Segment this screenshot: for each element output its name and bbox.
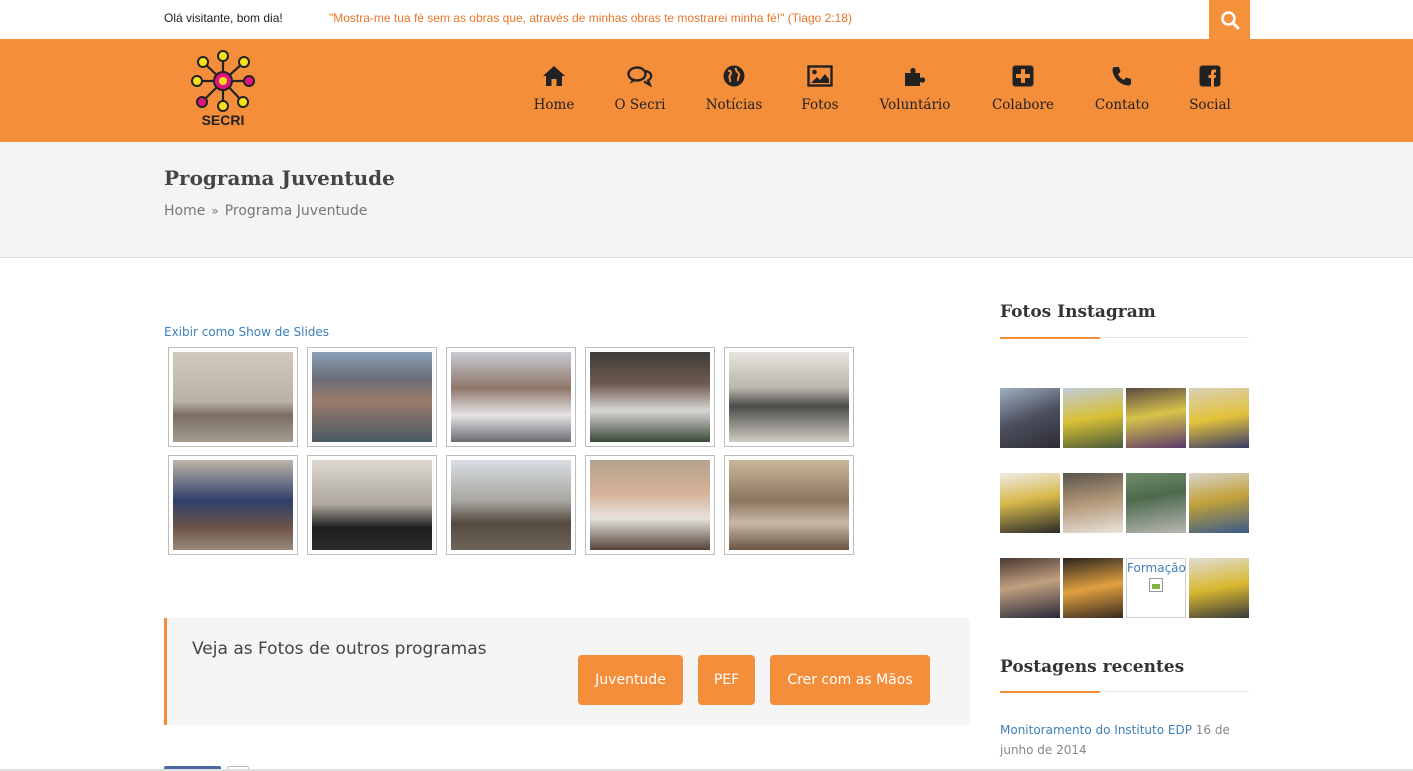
nav-label: Home (533, 97, 575, 113)
nav-home[interactable]: Home (515, 39, 593, 142)
photo-reading-group (590, 460, 710, 550)
nav-fotos[interactable]: Fotos (781, 39, 859, 142)
crer-com-as-maos-button[interactable]: Crer com as Mãos (770, 655, 930, 705)
nav-colabore[interactable]: Colabore (971, 39, 1075, 142)
nav-voluntario[interactable]: Voluntário (859, 39, 971, 142)
other-programs-text: Veja as Fotos de outros programas (192, 639, 487, 659)
photo-computer-room (729, 352, 849, 442)
bible-quote: "Mostra-me tua fé sem as obras que, atra… (329, 11, 852, 25)
breadcrumb: Home » Programa Juventude (164, 203, 367, 219)
logo-text: SECRI (201, 112, 245, 128)
gallery-thumb[interactable] (446, 347, 576, 447)
gallery-thumb[interactable] (585, 347, 715, 447)
page-title-band: Programa Juventude Home » Programa Juventu… (0, 142, 1413, 258)
instagram-photo[interactable] (1126, 388, 1186, 448)
nav-label: Notícias (705, 97, 763, 113)
secri-logo[interactable]: SECRI (190, 49, 256, 133)
instagram-photo[interactable] (1000, 558, 1060, 618)
instagram-photo[interactable] (1000, 388, 1060, 448)
page-title: Programa Juventude (164, 166, 395, 190)
nav-label: Contato (1094, 97, 1150, 113)
instagram-photo[interactable] (1000, 473, 1060, 533)
gallery-thumb[interactable] (446, 455, 576, 555)
instagram-photo[interactable] (1063, 473, 1123, 533)
instagram-widget-title: Fotos Instagram (1000, 302, 1156, 322)
gallery-thumb[interactable] (168, 455, 298, 555)
recent-post-link[interactable]: Monitoramento do Instituto EDP (1000, 723, 1192, 737)
photo-dance-rehearsal (312, 460, 432, 550)
slideshow-link[interactable]: Exibir como Show de Slides (164, 325, 329, 339)
greeting-text: Olá visitante, bom dia! (164, 11, 283, 25)
broken-image-icon (1149, 578, 1163, 592)
recent-post-item: Monitoramento do Instituto EDP 16 de jun… (1000, 720, 1250, 760)
nav-label: O Secri (614, 97, 666, 113)
photo-gallery (168, 347, 854, 555)
gallery-thumb[interactable] (724, 455, 854, 555)
photo-group-party (590, 352, 710, 442)
photo-meeting-table (173, 460, 293, 550)
instagram-photo[interactable] (1063, 558, 1123, 618)
logo-molecule-icon (191, 50, 255, 112)
gallery-thumb[interactable] (724, 347, 854, 447)
recent-posts-divider (1000, 691, 1249, 693)
photo-group-girls (312, 352, 432, 442)
juventude-button[interactable]: Juventude (578, 655, 683, 705)
breadcrumb-current: Programa Juventude (224, 203, 368, 219)
phone-icon (1111, 64, 1133, 88)
main-header: SECRI Home O Secri Notícias Fotos Volunt… (0, 39, 1413, 142)
instagram-grid: Formação (1000, 388, 1249, 618)
nav-label: Voluntário (879, 97, 951, 113)
instagram-photo[interactable] (1126, 473, 1186, 533)
puzzle-icon (903, 64, 927, 88)
top-bar: Olá visitante, bom dia! "Mostra-me tua f… (0, 0, 1413, 39)
facebook-icon (1199, 64, 1221, 88)
instagram-photo[interactable] (1189, 388, 1249, 448)
pef-button[interactable]: PEF (698, 655, 755, 705)
instagram-photo[interactable] (1063, 388, 1123, 448)
search-icon (1220, 10, 1239, 29)
nav-noticias[interactable]: Notícias (687, 39, 781, 142)
home-icon (542, 64, 566, 88)
gallery-thumb[interactable] (585, 455, 715, 555)
photo-group-white-shirts (451, 352, 571, 442)
recent-posts-title: Postagens recentes (1000, 657, 1185, 677)
gallery-thumb[interactable] (307, 347, 437, 447)
plus-square-icon (1012, 64, 1034, 88)
other-programs-box: Veja as Fotos de outros programas Juvent… (164, 618, 970, 725)
photo-classroom (729, 460, 849, 550)
instagram-photo[interactable] (1189, 558, 1249, 618)
gallery-thumb[interactable] (307, 455, 437, 555)
nav-social[interactable]: Social (1169, 39, 1251, 142)
nav-label: Fotos (801, 97, 839, 113)
photo-dance-studio (173, 352, 293, 442)
search-button[interactable] (1209, 0, 1250, 39)
gallery-thumb[interactable] (168, 347, 298, 447)
breadcrumb-home-link[interactable]: Home (164, 203, 205, 219)
main-nav: Home O Secri Notícias Fotos Voluntário C… (515, 39, 1251, 142)
instagram-photo-broken[interactable]: Formação (1126, 558, 1186, 618)
picture-icon (807, 64, 833, 88)
nav-label: Social (1189, 97, 1231, 113)
breadcrumb-separator: » (211, 204, 219, 218)
broken-image-label: Formação (1127, 561, 1186, 575)
photo-circle-meeting (451, 460, 571, 550)
instagram-title-divider (1000, 337, 1249, 339)
nav-o-secri[interactable]: O Secri (593, 39, 687, 142)
globe-icon (723, 64, 745, 88)
nav-contato[interactable]: Contato (1075, 39, 1169, 142)
nav-label: Colabore (991, 97, 1055, 113)
instagram-photo[interactable] (1189, 473, 1249, 533)
chat-bubbles-icon (627, 64, 653, 88)
